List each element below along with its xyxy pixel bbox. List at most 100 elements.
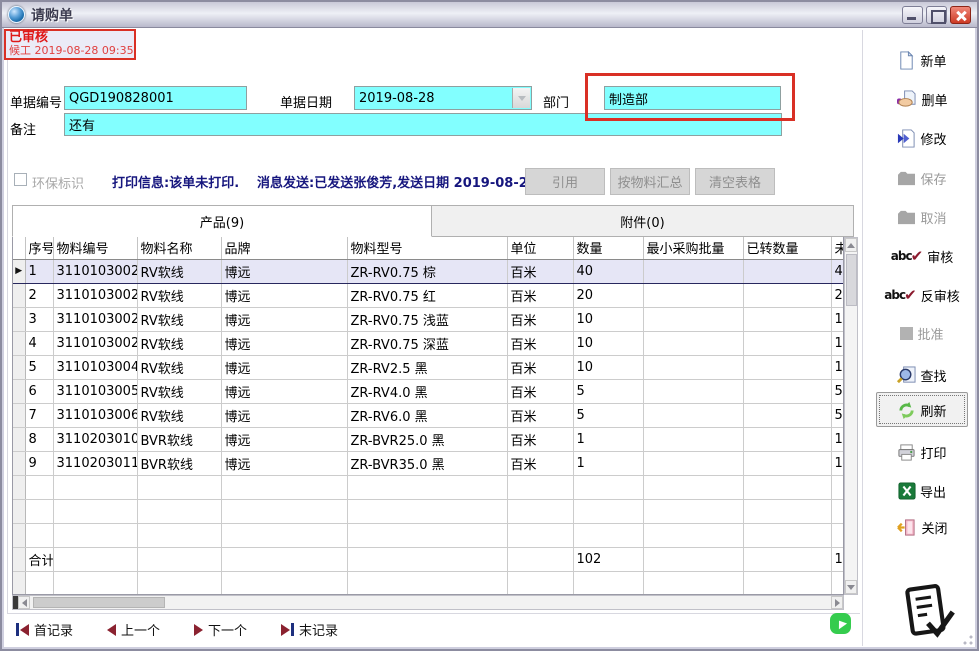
cell-code [53,547,137,571]
grid-horizontal-scrollbar[interactable] [12,595,844,610]
panel-bottom-edge [7,613,860,614]
tab-attachments[interactable]: 附件(0) [432,205,854,237]
header-code[interactable]: 物料编号 [53,237,137,259]
cell-min [643,523,743,547]
cell-qty [573,475,643,499]
cell-seq: 4 [25,331,53,355]
doc-date-field[interactable]: 2019-08-28 [354,86,532,110]
export-button[interactable]: 导出 [870,479,974,503]
header-qty[interactable]: 数量 [573,237,643,259]
cell-name: RV软线 [137,307,221,331]
table-row[interactable]: 231101030023RV软线博远ZR-RV0.75 红百米2020 [13,283,844,307]
cell-code: 31101030057 [53,379,137,403]
unaudit-check-icon: ✔ [904,286,917,304]
header-brand[interactable]: 品牌 [221,237,347,259]
cell-trans [743,403,831,427]
table-row[interactable]: 331101030024RV软线博远ZR-RV0.75 浅蓝百米1010 [13,307,844,331]
reference-button[interactable]: 引用 [525,168,605,195]
header-transferred[interactable]: 已转数量 [743,237,831,259]
horizontal-scroll-thumb[interactable] [33,597,165,608]
last-record-button[interactable]: 末记录 [281,620,338,639]
table-row[interactable]: 631101030057RV软线博远ZR-RV4.0 黑百米55 [13,379,844,403]
modify-button[interactable]: 修改 [870,126,974,150]
minimize-icon[interactable] [902,6,923,24]
audit-icon: abc [891,249,912,263]
table-row[interactable]: 831102030101BVR软线博远ZR-BVR25.0 黑百米11 [13,427,844,451]
first-record-button[interactable]: 首记录 [16,620,73,639]
eco-checkbox[interactable] [14,173,27,186]
cell-code: 31101030022 [53,259,137,283]
audit-button[interactable]: abc✔ 审核 [870,244,974,268]
cell-qty [573,523,643,547]
row-indicator [13,307,25,331]
maximize-icon[interactable] [926,6,947,24]
header-untransferred[interactable]: 未转数量 [831,237,844,259]
doc-no-label: 单据编号 [10,92,62,111]
new-doc-label: 新单 [920,51,946,70]
delete-doc-icon [896,90,917,109]
header-name[interactable]: 物料名称 [137,237,221,259]
previous-record-button[interactable]: 上一个 [107,620,160,639]
date-dropdown-icon[interactable] [512,88,530,108]
unaudit-button[interactable]: abc✔ 反审核 [870,283,974,307]
cell-code: 31101030066 [53,403,137,427]
scroll-left-icon[interactable] [18,596,30,609]
scroll-up-icon[interactable] [845,238,857,252]
title-bar: 请购单 [2,2,977,28]
table-row[interactable]: ▶131101030022RV软线博远ZR-RV0.75 棕百米4040 [13,259,844,283]
scroll-right-icon[interactable] [831,596,843,609]
table-row[interactable]: 731101030066RV软线博远ZR-RV6.0 黑百米55 [13,403,844,427]
cell-unit [507,499,573,523]
cell-qty: 10 [573,307,643,331]
header-min-batch[interactable]: 最小采购批量 [643,237,743,259]
header-seq[interactable]: 序号 [25,237,53,259]
cell-name: RV软线 [137,259,221,283]
table-row[interactable]: 431101030025RV软线博远ZR-RV0.75 深蓝百米1010 [13,331,844,355]
clear-table-button[interactable]: 清空表格 [695,168,775,195]
previous-record-icon [107,624,116,636]
modify-icon [897,129,916,148]
delete-doc-button[interactable]: 删单 [870,87,974,111]
cell-trans [743,331,831,355]
cell-code [53,571,137,595]
close-icon[interactable] [950,6,971,24]
cell-seq [25,523,53,547]
cell-min [643,403,743,427]
scroll-down-icon[interactable] [845,580,857,594]
cell-model: ZR-RV4.0 黑 [347,379,507,403]
tab-products[interactable]: 产品(9) [12,205,432,237]
table-row[interactable]: 531101030048RV软线博远ZR-RV2.5 黑百米1010 [13,355,844,379]
cell-model: ZR-RV0.75 红 [347,283,507,307]
new-doc-button[interactable]: 新单 [870,48,974,72]
remark-field[interactable]: 还有 [64,113,782,136]
resize-grip[interactable] [963,635,973,645]
cell-unit [507,523,573,547]
cell-brand [221,475,347,499]
print-button[interactable]: 打印 [870,440,974,464]
header-unit[interactable]: 单位 [507,237,573,259]
table-body: ▶131101030022RV软线博远ZR-RV0.75 棕百米40402311… [13,259,844,595]
cancel-icon [897,209,916,226]
refresh-button-content[interactable]: 刷新 [870,398,974,422]
next-record-button[interactable]: 下一个 [194,620,247,639]
search-button[interactable]: 查找 [870,363,974,387]
doc-no-field[interactable]: QGD190828001 [64,86,247,110]
close-form-button[interactable]: 关闭 [870,515,974,539]
cell-name [137,547,221,571]
header-model[interactable]: 物料型号 [347,237,507,259]
cell-code: 31101030048 [53,355,137,379]
cell-code [53,523,137,547]
approve-button: 批准 [870,321,974,345]
vertical-scroll-thumb[interactable] [846,254,857,306]
summarize-by-material-button[interactable]: 按物料汇总 [610,168,690,195]
row-indicator [13,451,25,475]
search-icon [897,366,916,385]
dept-field[interactable]: 制造部 [604,86,781,110]
table-row[interactable]: 931102030111BVR软线博远ZR-BVR35.0 黑百米11 [13,451,844,475]
first-record-icon [16,623,29,636]
grid-vertical-scrollbar[interactable] [844,237,858,595]
cell-untrans [831,523,844,547]
delete-doc-label: 删单 [921,90,947,109]
cell-model [347,499,507,523]
cell-unit: 百米 [507,379,573,403]
